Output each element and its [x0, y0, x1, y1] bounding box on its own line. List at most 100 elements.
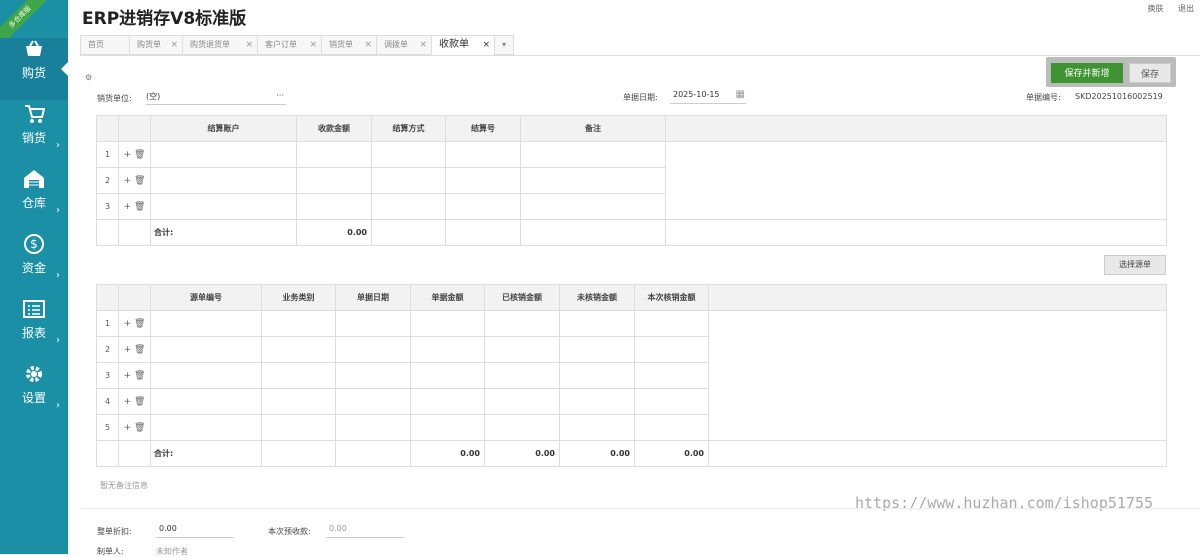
close-icon[interactable]: × — [309, 36, 317, 54]
cell-input[interactable] — [559, 362, 635, 389]
more-icon[interactable]: ··· — [276, 91, 284, 100]
cell-input[interactable] — [410, 310, 485, 337]
cell-input[interactable] — [410, 336, 485, 363]
nav-purchase[interactable]: 购货 — [0, 38, 68, 100]
remarks-placeholder[interactable]: 暂无备注信息 — [100, 480, 148, 491]
delete-row-icon[interactable]: 🗑 — [134, 397, 145, 407]
cell-input[interactable] — [335, 362, 411, 389]
cell-input[interactable] — [296, 167, 372, 194]
cell-input[interactable] — [261, 388, 336, 415]
delete-row-icon[interactable]: 🗑 — [134, 202, 145, 212]
prepay-field[interactable]: 0.00 — [326, 524, 404, 538]
cell-input[interactable] — [445, 141, 521, 168]
tab-purchase[interactable]: 购货单 × — [129, 35, 182, 55]
logout-link[interactable]: 退出 — [1178, 4, 1194, 13]
cell-input[interactable] — [335, 388, 411, 415]
close-icon[interactable]: × — [419, 36, 427, 54]
date-field[interactable]: 2025-10-15 ▦ — [670, 89, 746, 104]
tab-home[interactable]: 首页 — [80, 35, 129, 55]
cell-input[interactable] — [261, 362, 336, 389]
tab-purchase-return[interactable]: 购货退货单 × — [182, 35, 257, 55]
nav-reports[interactable]: 报表 › — [0, 298, 68, 360]
cell-input[interactable] — [520, 141, 666, 168]
cell-input[interactable] — [150, 167, 297, 194]
cell-input[interactable] — [484, 388, 560, 415]
tab-receipt[interactable]: 收款单 × — [431, 35, 494, 55]
cell-input[interactable] — [484, 362, 560, 389]
cell-input[interactable] — [150, 141, 297, 168]
cell-input[interactable] — [634, 388, 709, 415]
add-row-icon[interactable]: + — [124, 150, 132, 160]
select-source-button[interactable]: 选择源单 — [1104, 255, 1166, 275]
cell-input[interactable] — [634, 310, 709, 337]
cell-input[interactable] — [296, 141, 372, 168]
save-button[interactable]: 保存 — [1129, 63, 1171, 83]
cell-input[interactable] — [559, 388, 635, 415]
tab-sales[interactable]: 销货单 × — [321, 35, 376, 55]
cell-input[interactable] — [520, 167, 666, 194]
cell-input[interactable] — [371, 141, 446, 168]
add-row-icon[interactable]: + — [124, 202, 132, 212]
settlement-table: 结算账户 收款金额 结算方式 结算号 备注 1 + 🗑 2 + 🗑 3 + 🗑 … — [96, 115, 1167, 246]
cell-input[interactable] — [371, 193, 446, 220]
close-icon[interactable]: × — [245, 36, 253, 54]
save-and-new-button[interactable]: 保存并新增 — [1051, 63, 1123, 83]
cell-input[interactable] — [261, 414, 336, 441]
cell-input[interactable] — [150, 336, 262, 363]
delete-row-icon[interactable]: 🗑 — [134, 319, 145, 329]
customer-field[interactable]: (空) ··· — [146, 91, 286, 105]
skin-link[interactable]: 换肤 — [1147, 4, 1163, 13]
cell-input[interactable] — [634, 362, 709, 389]
cell-input[interactable] — [484, 310, 560, 337]
close-icon[interactable]: × — [482, 36, 490, 54]
nav-warehouse[interactable]: 仓库 › — [0, 168, 68, 230]
cell-input[interactable] — [484, 336, 560, 363]
cell-input[interactable] — [634, 414, 709, 441]
cell-input[interactable] — [261, 310, 336, 337]
cell-input[interactable] — [634, 336, 709, 363]
nav-sales[interactable]: 销货 › — [0, 103, 68, 165]
delete-row-icon[interactable]: 🗑 — [134, 150, 145, 160]
add-row-icon[interactable]: + — [124, 319, 132, 329]
tab-transfer[interactable]: 调拨单 × — [376, 35, 431, 55]
add-row-icon[interactable]: + — [124, 371, 132, 381]
tab-more-dropdown[interactable]: ▾ — [494, 35, 514, 55]
cell-input[interactable] — [371, 167, 446, 194]
cell-input[interactable] — [520, 193, 666, 220]
add-row-icon[interactable]: + — [124, 423, 132, 433]
add-row-icon[interactable]: + — [124, 176, 132, 186]
cell-input[interactable] — [445, 193, 521, 220]
cell-input[interactable] — [484, 414, 560, 441]
tab-customer-order[interactable]: 客户订单 × — [257, 35, 321, 55]
delete-row-icon[interactable]: 🗑 — [134, 371, 145, 381]
cell-input[interactable] — [410, 414, 485, 441]
cell-input[interactable] — [410, 388, 485, 415]
close-icon[interactable]: × — [170, 36, 178, 54]
cell-input[interactable] — [150, 193, 297, 220]
cell-input[interactable] — [335, 310, 411, 337]
calendar-icon[interactable]: ▦ — [736, 89, 745, 100]
discount-field[interactable]: 0.00 — [156, 524, 234, 538]
close-icon[interactable]: × — [364, 36, 372, 54]
cell-input[interactable] — [296, 193, 372, 220]
cell-input[interactable] — [445, 167, 521, 194]
cell-input[interactable] — [335, 414, 411, 441]
delete-row-icon[interactable]: 🗑 — [134, 176, 145, 186]
add-row-icon[interactable]: + — [124, 397, 132, 407]
cell-input[interactable] — [150, 362, 262, 389]
cell-input[interactable] — [150, 414, 262, 441]
cell-input[interactable] — [559, 310, 635, 337]
cell-input[interactable] — [150, 310, 262, 337]
cell-input[interactable] — [559, 336, 635, 363]
cell-input[interactable] — [410, 362, 485, 389]
cell-input[interactable] — [335, 336, 411, 363]
cell-input[interactable] — [261, 336, 336, 363]
cell-input[interactable] — [150, 388, 262, 415]
nav-settings[interactable]: 设置 › — [0, 363, 68, 425]
nav-funds[interactable]: $ 资金 › — [0, 233, 68, 295]
delete-row-icon[interactable]: 🗑 — [134, 423, 145, 433]
cell-input[interactable] — [559, 414, 635, 441]
settings-small-icon[interactable]: ⚙ — [85, 73, 92, 82]
add-row-icon[interactable]: + — [124, 345, 132, 355]
delete-row-icon[interactable]: 🗑 — [134, 345, 145, 355]
